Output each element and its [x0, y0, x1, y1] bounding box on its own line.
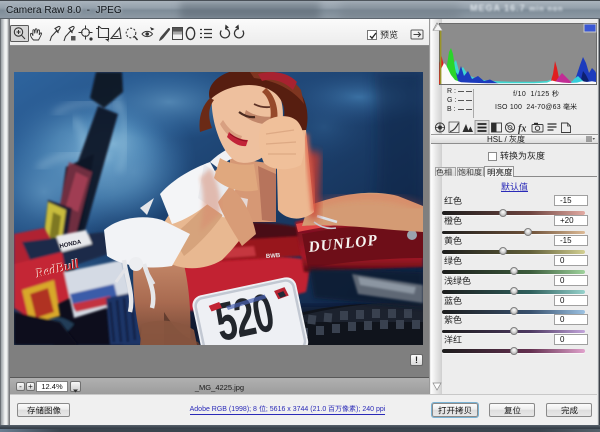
- svg-text:fx: fx: [518, 124, 526, 135]
- svg-text:BWB: BWB: [266, 253, 281, 260]
